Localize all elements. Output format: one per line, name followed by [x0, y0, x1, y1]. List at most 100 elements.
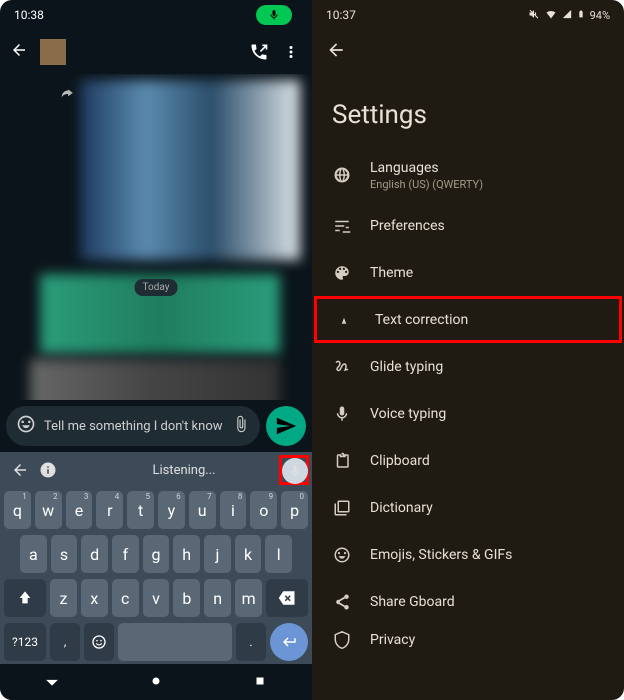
- key-u[interactable]: u7: [189, 491, 216, 529]
- chat-body[interactable]: Today: [0, 74, 312, 400]
- message-input[interactable]: Tell me something I don't know: [6, 406, 260, 446]
- keyboard-suggestion-bar: Listening...: [0, 452, 312, 488]
- key-a[interactable]: a: [20, 535, 47, 573]
- key-o[interactable]: o9: [250, 491, 277, 529]
- key-emoji[interactable]: [84, 623, 114, 661]
- day-label: Today: [135, 279, 178, 296]
- back-icon[interactable]: [10, 41, 30, 63]
- label: Emojis, Stickers & GIFs: [370, 547, 512, 563]
- settings-item-share[interactable]: Share Gboard: [312, 578, 624, 625]
- label: Clipboard: [370, 453, 430, 469]
- key-t[interactable]: t5: [127, 491, 154, 529]
- nav-recent-icon[interactable]: [253, 673, 267, 692]
- globe-icon: [332, 166, 352, 184]
- status-mic-pill[interactable]: [256, 5, 292, 25]
- input-text: Tell me something I don't know: [44, 419, 224, 434]
- share-icon: [332, 593, 352, 611]
- key-p[interactable]: p0: [281, 491, 308, 529]
- settings-list: Languages English (US) (QWERTY) Preferen…: [312, 148, 624, 700]
- key-shift[interactable]: [4, 579, 46, 617]
- key-e[interactable]: e3: [66, 491, 93, 529]
- key-q[interactable]: q1: [4, 491, 31, 529]
- key-b[interactable]: b: [173, 579, 200, 617]
- video-call-icon[interactable]: [248, 42, 270, 62]
- gesture-icon: [332, 358, 352, 376]
- listening-label: Listening...: [62, 463, 306, 478]
- key-comma[interactable]: ,: [50, 623, 80, 661]
- settings-item-preferences[interactable]: Preferences: [312, 202, 624, 249]
- settings-item-glide[interactable]: Glide typing: [312, 343, 624, 390]
- kbd-info-icon[interactable]: [34, 461, 62, 479]
- blurred-media: [80, 80, 300, 260]
- kbd-back-icon[interactable]: [6, 461, 34, 479]
- wifi-icon: [545, 8, 557, 23]
- key-backspace[interactable]: [266, 579, 308, 617]
- avatar[interactable]: [40, 39, 66, 65]
- key-c[interactable]: c: [112, 579, 139, 617]
- key-h[interactable]: h: [173, 535, 200, 573]
- settings-item-emoji[interactable]: Emojis, Stickers & GIFs: [312, 531, 624, 578]
- key-d[interactable]: d: [81, 535, 108, 573]
- key-y[interactable]: y6: [158, 491, 185, 529]
- key-enter[interactable]: [270, 623, 308, 661]
- settings-item-languages[interactable]: Languages English (US) (QWERTY): [312, 148, 624, 202]
- send-button[interactable]: [266, 406, 306, 446]
- key-g[interactable]: g: [143, 535, 170, 573]
- keyboard: Listening... q1w2e3r4t5y6u7i8o9p0 asdfgh…: [0, 452, 312, 664]
- key-s[interactable]: s: [51, 535, 78, 573]
- label: Voice typing: [370, 406, 446, 422]
- nav-back-icon[interactable]: [45, 673, 59, 692]
- key-l[interactable]: l: [265, 535, 292, 573]
- settings-item-clipboard[interactable]: Clipboard: [312, 437, 624, 484]
- sublabel: English (US) (QWERTY): [370, 178, 483, 191]
- key-m[interactable]: m: [235, 579, 262, 617]
- forward-icon: [60, 86, 74, 105]
- key-space[interactable]: [118, 623, 232, 661]
- palette-icon: [332, 264, 352, 282]
- settings-item-dictionary[interactable]: Dictionary: [312, 484, 624, 531]
- emoji-icon: [332, 546, 352, 564]
- key-j[interactable]: j: [204, 535, 231, 573]
- battery-icon: [577, 8, 585, 23]
- blurred-message: [30, 359, 280, 400]
- mute-icon: [528, 8, 540, 23]
- key-symbols[interactable]: ?123: [4, 623, 46, 661]
- nav-home-icon[interactable]: [149, 673, 163, 692]
- battery-pct: 94%: [590, 9, 610, 22]
- settings-title: Settings: [312, 74, 624, 148]
- voice-mic-button[interactable]: [282, 458, 308, 484]
- key-f[interactable]: f: [112, 535, 139, 573]
- settings-item-text-correction[interactable]: Text correction: [314, 296, 622, 343]
- emoji-icon[interactable]: [16, 414, 36, 438]
- label: Privacy: [370, 632, 415, 648]
- key-i[interactable]: i8: [220, 491, 247, 529]
- nav-bar-left: [0, 664, 312, 700]
- status-bar-left: 10:38: [0, 0, 312, 30]
- key-z[interactable]: z: [50, 579, 77, 617]
- status-bar-right: 10:37 94%: [312, 0, 624, 30]
- key-period[interactable]: .: [236, 623, 266, 661]
- label: Text correction: [375, 312, 468, 328]
- key-v[interactable]: v: [143, 579, 170, 617]
- shield-icon: [332, 631, 352, 649]
- settings-item-theme[interactable]: Theme: [312, 249, 624, 296]
- time-right: 10:37: [326, 8, 356, 22]
- label: Glide typing: [370, 359, 443, 375]
- clipboard-icon: [332, 452, 352, 470]
- settings-item-privacy[interactable]: Privacy: [312, 625, 624, 655]
- key-w[interactable]: w2: [35, 491, 62, 529]
- time-left: 10:38: [14, 8, 44, 22]
- settings-header: [312, 30, 624, 74]
- more-icon[interactable]: [280, 43, 302, 61]
- label: Theme: [370, 265, 413, 281]
- chat-header: [0, 30, 312, 74]
- back-icon[interactable]: [326, 40, 346, 64]
- key-n[interactable]: n: [204, 579, 231, 617]
- label: Share Gboard: [370, 594, 455, 610]
- key-k[interactable]: k: [235, 535, 262, 573]
- key-x[interactable]: x: [81, 579, 108, 617]
- signal-icon: [562, 9, 572, 22]
- key-r[interactable]: r4: [96, 491, 123, 529]
- settings-item-voice[interactable]: Voice typing: [312, 390, 624, 437]
- attach-icon[interactable]: [232, 415, 250, 437]
